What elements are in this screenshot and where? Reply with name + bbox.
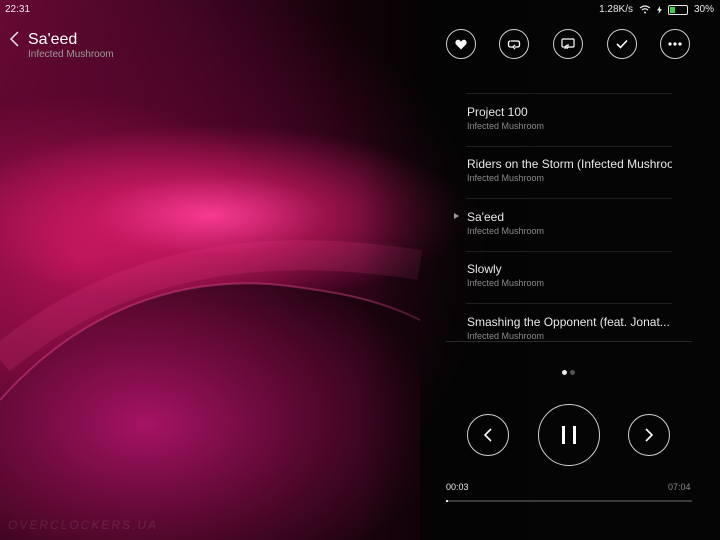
chevron-right-icon [645,428,654,442]
status-bar: 22:31 1.28K/s 30% [0,0,720,18]
track-row[interactable]: Project 100 Infected Mushroom [466,94,672,147]
repeat-icon [507,40,521,50]
track-list[interactable]: Infected MushroomProject 100Infected Mus… [446,70,692,342]
status-time: 22:31 [5,4,31,15]
favorite-button[interactable] [446,29,476,59]
track-artist: Infected Mushroom [467,120,545,131]
more-icon [668,42,682,46]
track-artist: Infected Mushroom [467,278,545,288]
total-duration: 07:04 [668,482,691,492]
chevron-left-icon [483,428,492,442]
battery-icon [667,4,688,15]
pause-button[interactable] [538,404,600,466]
next-button[interactable] [628,414,670,456]
heart-icon [455,39,467,49]
more-button[interactable] [660,29,690,59]
track-title: Smashing the Opponent (feat. Jonat... [467,314,670,329]
watermark: OVERCLOCKERS.UA [8,518,159,532]
check-icon [616,39,628,49]
cast-icon [561,38,575,50]
progress-bar[interactable] [446,500,692,502]
progress-fill [446,500,448,502]
page-dot [562,370,567,375]
battery-level [669,6,675,13]
previous-button[interactable] [467,414,509,456]
artist-name: Infected Mushroom [28,49,114,60]
cast-button[interactable] [553,29,583,59]
list-divider [446,341,692,342]
track-title: Sa'eed [467,209,504,224]
pause-icon [562,426,576,444]
track-artist: Infected Mushroom [467,173,545,183]
track-artist: Infected Mushroom [467,330,545,341]
track-row[interactable]: Sa'eed Infected Mushroom [466,199,672,252]
repeat-button[interactable] [499,29,529,59]
track-row[interactable]: Slowly Infected Mushroom [466,251,672,304]
track-title: Riders on the Storm (Infected Mushroom [467,157,672,171]
battery-percent: 30% [693,4,714,15]
page-dot [570,370,575,375]
wifi-icon [639,5,651,14]
net-speed: 1.28K/s [599,4,633,15]
track-title: Project 100 [467,104,528,119]
now-playing-icon [454,212,459,219]
song-title: Sa'eed [28,31,78,48]
track-row[interactable]: Riders on the Storm (Infected Mushroom In… [466,146,672,199]
track-title: Slowly [467,262,502,276]
track-row[interactable]: Infected Mushroom [466,70,672,94]
charging-icon [656,5,662,14]
back-chevron-icon[interactable] [8,31,22,47]
elapsed-time: 00:03 [446,482,469,492]
timer-button[interactable] [607,29,637,59]
track-row[interactable]: Smashing the Opponent (feat. Jonat... Inf… [466,304,672,343]
track-artist: Infected Mushroom [467,225,545,236]
